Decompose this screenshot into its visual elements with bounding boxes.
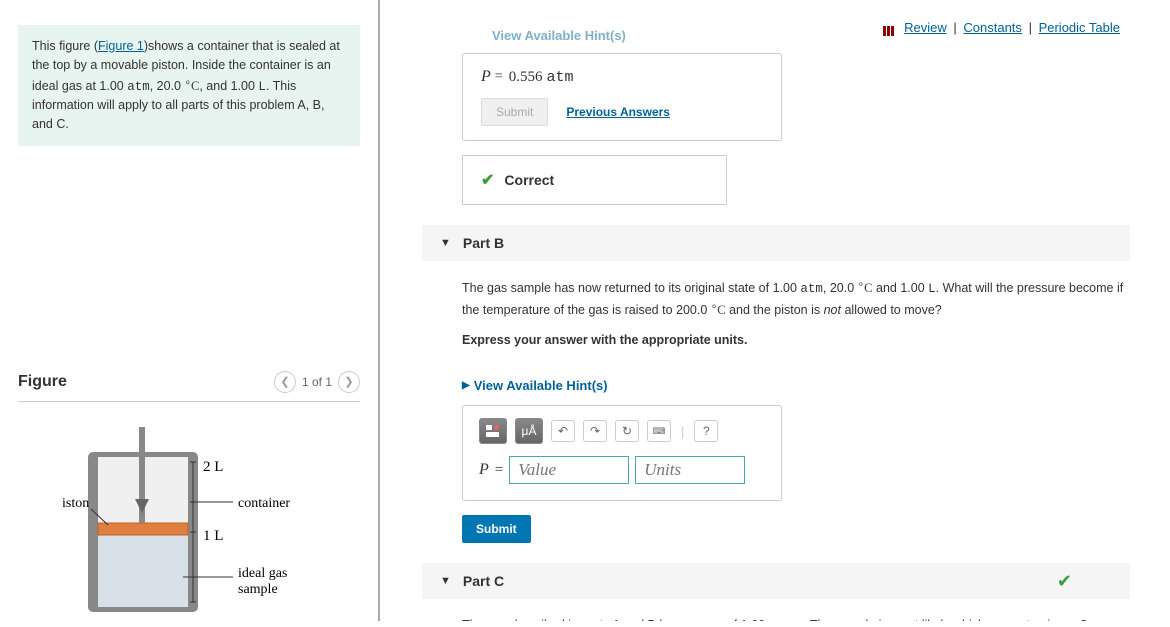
left-panel: This figure (Figure 1)shows a container … [0, 0, 380, 621]
hints-partial-text: View Available Hint(s) [492, 28, 1130, 43]
part-b-question: The gas sample has now returned to its o… [422, 277, 1130, 368]
part-b-header[interactable]: ▼ Part B [422, 225, 1130, 261]
undo-button[interactable]: ↶ [551, 420, 575, 442]
keyboard-button[interactable]: ⌨ [647, 420, 671, 442]
label-container: container [238, 496, 290, 511]
figure-counter: 1 of 1 [302, 375, 332, 389]
part-b-submit-button[interactable]: Submit [462, 515, 531, 543]
caret-down-icon: ▼ [440, 237, 451, 249]
label-1l: 1 L [203, 528, 223, 544]
label-2l: 2 L [203, 459, 223, 475]
previous-answers-link[interactable]: Previous Answers [566, 105, 670, 119]
figure-header: Figure ❮ 1 of 1 ❯ [18, 371, 360, 401]
redo-button[interactable]: ↷ [583, 420, 607, 442]
figure-prev-button[interactable]: ❮ [274, 371, 296, 393]
check-icon: ✔ [481, 170, 494, 190]
figure-next-button[interactable]: ❯ [338, 371, 360, 393]
part-a-var: P [481, 68, 491, 86]
svg-text:sample: sample [238, 582, 278, 597]
problem-intro: This figure (Figure 1)shows a container … [18, 25, 360, 146]
part-a-unit: atm [546, 69, 573, 86]
templates-button[interactable] [479, 418, 507, 444]
figure-image: 2 L 1 L container ideal gas sample pisto… [18, 427, 360, 627]
part-c-header[interactable]: ▼ Part C ✔ [422, 563, 1130, 599]
figure-title: Figure [18, 373, 67, 391]
units-input[interactable] [635, 456, 745, 484]
part-a-value: 0.556 [509, 69, 543, 86]
value-input[interactable] [509, 456, 629, 484]
units-button[interactable]: μÅ [515, 418, 543, 444]
figure-1-link[interactable]: Figure 1 [98, 39, 144, 53]
view-hints-link[interactable]: ▶ View Available Hint(s) [462, 378, 1130, 393]
correct-feedback: ✔ Correct [462, 155, 727, 205]
caret-down-icon: ▼ [440, 575, 451, 587]
part-b-answer-box: μÅ ↶ ↷ ↻ ⌨ | ? P = [462, 405, 782, 501]
label-piston: piston [63, 496, 89, 511]
part-c-question: The gas described in parts A and B has a… [422, 615, 1130, 621]
caret-right-icon: ▶ [462, 380, 470, 391]
right-panel: View Available Hint(s) P = 0.556 atm Sub… [382, 0, 1170, 621]
check-icon: ✔ [1057, 571, 1072, 592]
part-a-submit-button: Submit [481, 98, 548, 126]
label-gas: ideal gas [238, 566, 287, 581]
reset-button[interactable]: ↻ [615, 420, 639, 442]
figure-nav: ❮ 1 of 1 ❯ [274, 371, 360, 393]
part-a-answer-box: P = 0.556 atm Submit Previous Answers [462, 53, 782, 141]
answer-toolbar: μÅ ↶ ↷ ↻ ⌨ | ? [479, 418, 765, 444]
help-button[interactable]: ? [694, 420, 718, 442]
